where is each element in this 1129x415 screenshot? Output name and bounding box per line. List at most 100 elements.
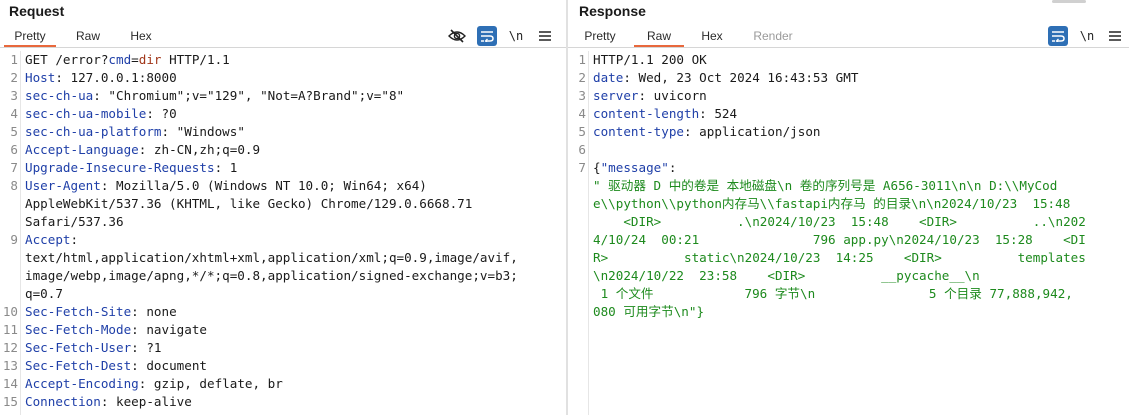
request-line-segment: = xyxy=(131,52,139,67)
code-text: Connection: keep-alive xyxy=(25,393,192,411)
line-number: 2 xyxy=(578,70,586,85)
line-number: 7 xyxy=(10,160,18,175)
header-name: server xyxy=(593,88,639,103)
code-text: 4/10/24 00:21 796 app.py\n2024/10/23 15:… xyxy=(593,231,1086,249)
header-colon: : xyxy=(699,106,707,121)
response-title: Response xyxy=(579,3,646,19)
code-text: \n2024/10/22 23:58 <DIR> __pycache__\n xyxy=(593,267,980,285)
line-number: 10 xyxy=(2,304,18,319)
line-number: 15 xyxy=(2,394,18,409)
header-value-continuation: AppleWebKit/537.36 (KHTML, like Gecko) C… xyxy=(25,196,473,211)
header-name: Upgrade-Insecure-Requests xyxy=(25,160,215,175)
response-tabbar: Pretty Raw Hex Render xyxy=(568,26,1129,48)
hamburger-menu-icon[interactable] xyxy=(535,26,555,46)
response-editor[interactable]: 1 HTTP/1.1 200 OK 2 date: Wed, 23 Oct 2024 … xyxy=(568,51,1129,415)
json-key: "message" xyxy=(600,160,669,175)
header-colon: : xyxy=(93,88,101,103)
newline-icon[interactable]: \n xyxy=(1077,26,1097,46)
code-text: Safari/537.36 xyxy=(25,213,124,231)
header-name: Connection xyxy=(25,394,101,409)
code-text: " 驱动器 D 中的卷是 本地磁盘\n 卷的序列号是 A656-3011\n\n… xyxy=(593,177,1057,195)
header-value-continuation: image/webp,image/apng,*/*;q=0.8,applicat… xyxy=(25,268,518,283)
code-text: sec-ch-ua-platform: "Windows" xyxy=(25,123,245,141)
hamburger-menu-icon[interactable] xyxy=(1105,26,1125,46)
code-text: Sec-Fetch-User: ?1 xyxy=(25,339,162,357)
header-value: 1 xyxy=(222,160,238,175)
line-number: 5 xyxy=(578,124,586,139)
code-text: Host: 127.0.0.1:8000 xyxy=(25,69,177,87)
line-number: 3 xyxy=(578,88,586,103)
request-tab-hex[interactable]: Hex xyxy=(118,26,164,47)
header-colon: : xyxy=(55,70,63,85)
line-number: 1 xyxy=(578,52,586,67)
code-text: 1 个文件 796 字节\n 5 个目录 77,888,942, xyxy=(593,285,1073,303)
code-text: Sec-Fetch-Mode: navigate xyxy=(25,321,207,339)
header-colon: : xyxy=(70,232,79,247)
response-tab-raw[interactable]: Raw xyxy=(634,26,684,47)
wrap-icon[interactable] xyxy=(477,26,497,46)
request-line-segment: GET /error? xyxy=(25,52,109,67)
header-value-continuation: Safari/537.36 xyxy=(25,214,124,229)
code-text: Accept-Language: zh-CN,zh;q=0.9 xyxy=(25,141,260,159)
code-text: Sec-Fetch-Site: none xyxy=(25,303,177,321)
header-value: 524 xyxy=(706,106,738,121)
json-string: 080 可用字节\n"} xyxy=(593,304,705,319)
request-pane: Request Pretty Raw Hex \n 1 GET /error?cm… xyxy=(0,0,566,415)
gutter-divider xyxy=(20,51,21,415)
header-value: none xyxy=(138,304,177,319)
json-string: 4/10/24 00:21 796 app.py\n2024/10/23 15:… xyxy=(593,232,1086,247)
request-tab-pretty[interactable]: Pretty xyxy=(4,26,56,47)
header-name: Accept-Language xyxy=(25,142,139,157)
line-number: 14 xyxy=(2,376,18,391)
code-text: Upgrade-Insecure-Requests: 1 xyxy=(25,159,237,177)
request-line-segment: dir xyxy=(138,52,162,67)
request-editor[interactable]: 1 GET /error?cmd=dir HTTP/1.1 2 Host: 127.0… xyxy=(0,51,566,415)
header-name: date xyxy=(593,70,624,85)
header-name: sec-ch-ua-platform xyxy=(25,124,162,139)
pane-resize-handle[interactable] xyxy=(1052,0,1086,3)
code-text: Accept: xyxy=(25,231,78,249)
code-text: User-Agent: Mozilla/5.0 (Windows NT 10.0… xyxy=(25,177,427,195)
code-text: sec-ch-ua-mobile: ?0 xyxy=(25,105,177,123)
header-name: Sec-Fetch-Site xyxy=(25,304,132,319)
request-tab-raw[interactable]: Raw xyxy=(64,26,112,47)
header-name: content-length xyxy=(593,106,700,121)
line-number: 4 xyxy=(578,106,586,121)
code-text: text/html,application/xhtml+xml,applicat… xyxy=(25,249,518,267)
wrap-icon[interactable] xyxy=(1048,26,1068,46)
json-brace: { xyxy=(593,160,601,175)
line-number: 4 xyxy=(10,106,18,121)
code-text: Sec-Fetch-Dest: document xyxy=(25,357,207,375)
line-number: 11 xyxy=(2,322,18,337)
header-name: sec-ch-ua xyxy=(25,88,94,103)
header-colon: : xyxy=(638,88,647,103)
response-tab-hex[interactable]: Hex xyxy=(690,26,734,47)
response-tab-pretty[interactable]: Pretty xyxy=(576,26,624,47)
header-value: Mozilla/5.0 (Windows NT 10.0; Win64; x64… xyxy=(108,178,427,193)
header-colon: : xyxy=(131,322,139,337)
line-number: 13 xyxy=(2,358,18,373)
json-string: R> static\n2024/10/23 14:25 <DIR> templa… xyxy=(593,250,1086,265)
response-pane: Response Pretty Raw Hex Render \n 1 HTTP/… xyxy=(568,0,1129,415)
response-tab-render[interactable]: Render xyxy=(744,26,802,47)
header-name: content-type xyxy=(593,124,684,139)
header-name: Sec-Fetch-Dest xyxy=(25,358,132,373)
code-text: AppleWebKit/537.36 (KHTML, like Gecko) C… xyxy=(25,195,472,213)
header-value-continuation: q=0.7 xyxy=(25,286,63,301)
header-name: Accept-Encoding xyxy=(25,376,139,391)
header-colon: : xyxy=(131,340,139,355)
header-colon: : xyxy=(131,358,139,373)
code-text: image/webp,image/apng,*/*;q=0.8,applicat… xyxy=(25,267,518,285)
line-number: 6 xyxy=(10,142,18,157)
header-name: User-Agent xyxy=(25,178,101,193)
code-text: sec-ch-ua: "Chromium";v="129", "Not=A?Br… xyxy=(25,87,404,105)
newline-icon[interactable]: \n xyxy=(506,26,526,46)
header-name: Sec-Fetch-User xyxy=(25,340,132,355)
header-value: document xyxy=(138,358,207,373)
header-value-continuation: text/html,application/xhtml+xml,applicat… xyxy=(25,250,518,265)
code-text: HTTP/1.1 200 OK xyxy=(593,51,707,69)
hide-eye-off-icon[interactable] xyxy=(447,26,467,46)
line-number: 7 xyxy=(578,160,586,175)
code-text: GET /error?cmd=dir HTTP/1.1 xyxy=(25,51,230,69)
header-value: ?0 xyxy=(153,106,177,121)
